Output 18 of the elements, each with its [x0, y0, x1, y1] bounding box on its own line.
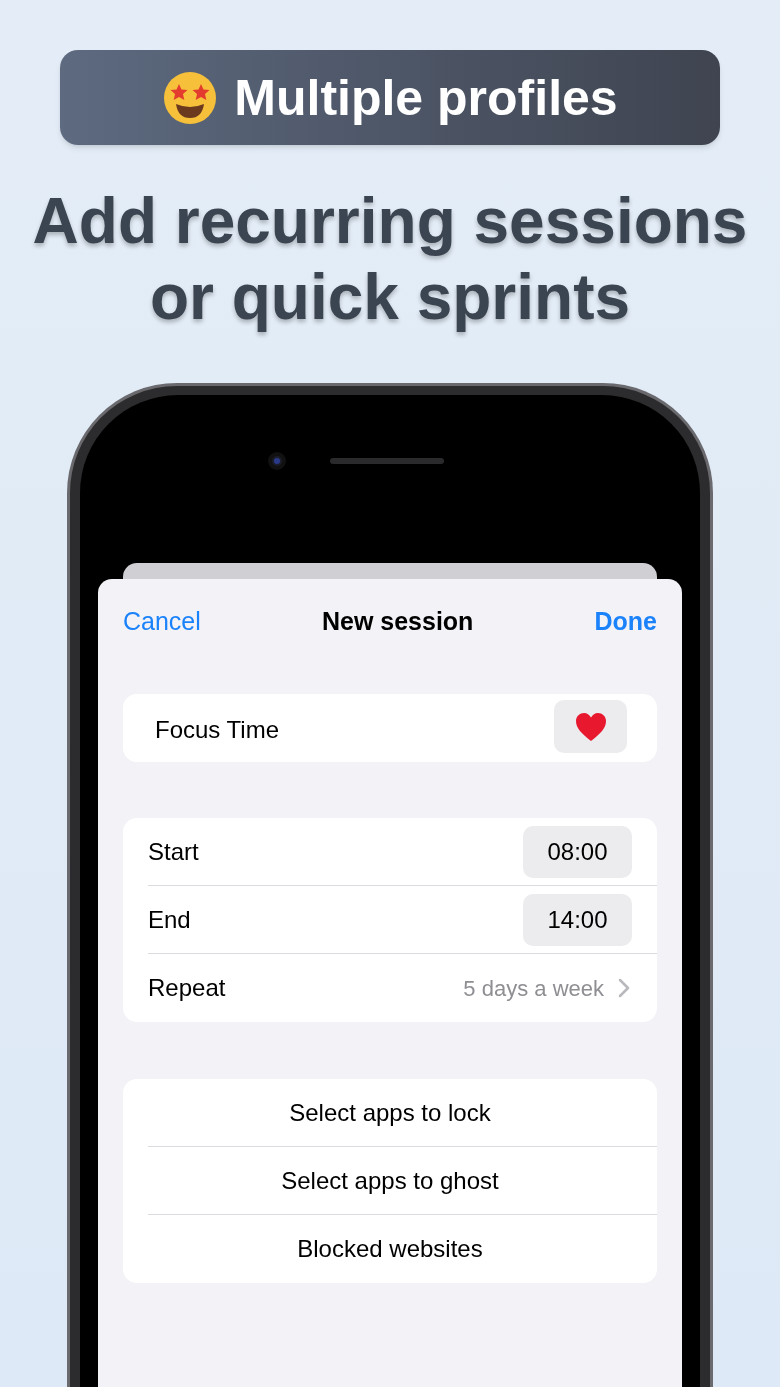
banner-title: Multiple profiles — [234, 72, 618, 123]
repeat-value: 5 days a week — [463, 974, 604, 1003]
row-label: Start — [148, 836, 199, 867]
sheet-title: New session — [321, 606, 474, 638]
action-button[interactable]: Select apps to lock — [289, 1094, 491, 1131]
time-picker[interactable]: 08:00 — [523, 825, 632, 878]
action-button[interactable]: Select apps to ghost — [281, 1162, 499, 1199]
time-picker[interactable]: 14:00 — [523, 893, 632, 946]
name-field[interactable]: Focus Time — [123, 694, 657, 762]
chevron-right-icon — [618, 978, 630, 998]
emoji-button[interactable] — [554, 700, 627, 753]
row-label: Repeat — [148, 973, 226, 1003]
star-eyes-emoji-icon — [162, 69, 219, 126]
headline: Add recurring sessions or quick sprints — [31, 184, 749, 335]
row-label: End — [148, 904, 191, 935]
heart-icon — [574, 711, 607, 742]
action-button[interactable]: Blocked websites — [297, 1231, 483, 1267]
camera-icon — [268, 452, 286, 470]
